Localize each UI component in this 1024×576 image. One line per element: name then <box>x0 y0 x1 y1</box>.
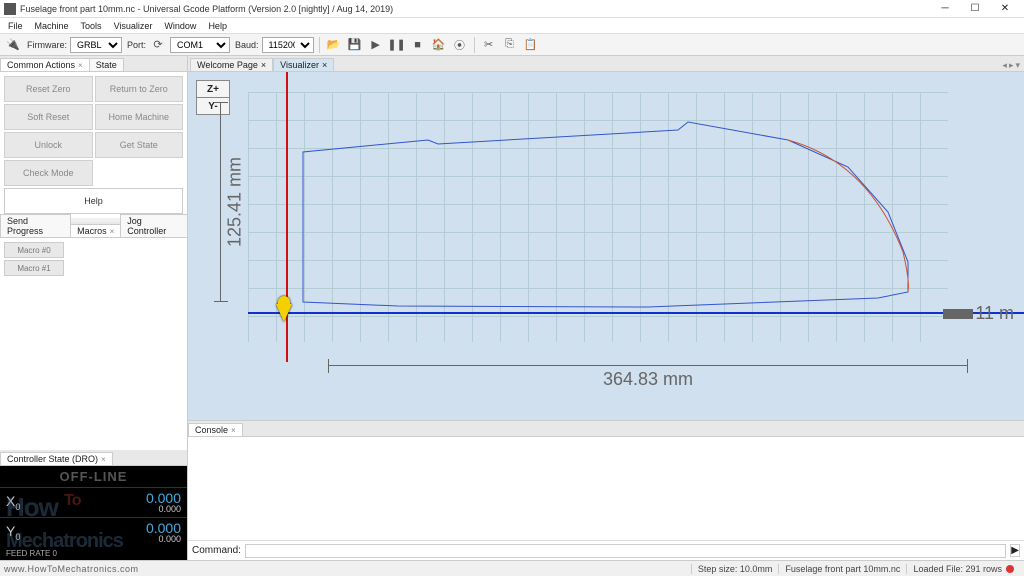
tab-menu-icon[interactable]: ▾ <box>1015 60 1020 71</box>
next-tab-icon[interactable]: ▸ <box>1009 60 1014 71</box>
close-icon[interactable]: × <box>322 60 327 70</box>
stop-icon[interactable]: ■ <box>409 37 427 53</box>
status-file-name: Fuselage front part 10mm.nc <box>778 564 906 574</box>
dro-y-work: 0.000 <box>36 521 181 535</box>
left-column: Common Actions× State Reset Zero Return … <box>0 56 188 560</box>
dro-panel: OFF-LINE X0 0.0000.000 Y0 0.0000.000 FEE… <box>0 466 187 560</box>
check-mode-button[interactable]: Check Mode <box>4 160 93 186</box>
menu-visualizer[interactable]: Visualizer <box>108 21 159 31</box>
macro-1-button[interactable]: Macro #1 <box>4 260 64 276</box>
menu-tools[interactable]: Tools <box>75 21 108 31</box>
status-loaded-rows: Loaded File: 291 rows <box>906 564 1020 574</box>
right-column: Welcome Page× Visualizer× ◂ ▸ ▾ Z+ Y- <box>188 56 1024 560</box>
status-step-size: Step size: 10.0mm <box>691 564 779 574</box>
dro-x-mach: 0.000 <box>36 505 181 514</box>
dro-y-mach: 0.000 <box>36 535 181 544</box>
prev-tab-icon[interactable]: ◂ <box>1002 60 1007 71</box>
menu-machine[interactable]: Machine <box>29 21 75 31</box>
console-output[interactable] <box>188 437 1024 540</box>
get-state-button[interactable]: Get State <box>95 132 184 158</box>
close-icon[interactable]: × <box>110 227 115 236</box>
macros-panel: Macro #0 Macro #1 <box>0 238 187 450</box>
menu-window[interactable]: Window <box>158 21 202 31</box>
status-url: www.HowToMechatronics.com <box>4 564 139 574</box>
reset-zero-button[interactable]: Reset Zero <box>4 76 93 102</box>
menu-file[interactable]: File <box>2 21 29 31</box>
dro-y-row: Y0 0.0000.000 <box>0 517 187 547</box>
tab-common-actions[interactable]: Common Actions× <box>0 58 90 71</box>
play-icon[interactable]: ▶ <box>367 37 385 53</box>
tab-visualizer[interactable]: Visualizer× <box>273 58 334 71</box>
console-panel: Console× Command: ▶ <box>188 420 1024 560</box>
port-label: Port: <box>127 40 146 50</box>
status-indicator-icon <box>1006 565 1014 573</box>
firmware-label: Firmware: <box>27 40 67 50</box>
app-icon <box>4 3 16 15</box>
view-z-plus[interactable]: Z+ <box>196 80 230 98</box>
dro-status: OFF-LINE <box>0 466 187 487</box>
command-input[interactable] <box>245 544 1006 558</box>
maximize-button[interactable]: ☐ <box>960 0 990 18</box>
soft-reset-button[interactable]: Soft Reset <box>4 104 93 130</box>
window-title: Fuselage front part 10mm.nc - Universal … <box>20 4 930 14</box>
tab-macros[interactable]: Macros× <box>70 224 121 237</box>
connect-icon[interactable]: 🔌 <box>4 37 22 53</box>
tab-send-progress[interactable]: Send Progress <box>0 214 71 237</box>
firmware-select[interactable]: GRBL <box>70 37 122 53</box>
port-select[interactable]: COM1 <box>170 37 230 53</box>
cut-icon[interactable]: ✂ <box>480 37 498 53</box>
dimension-depth: 11 m <box>943 303 1014 324</box>
tab-welcome[interactable]: Welcome Page× <box>190 58 273 71</box>
grid-area: 364.83 mm 125.41 mm 11 m <box>248 92 948 342</box>
dimension-height: 125.41 mm <box>210 102 230 302</box>
command-label: Command: <box>192 545 241 556</box>
command-send-icon[interactable]: ▶ <box>1010 544 1020 557</box>
macro-0-button[interactable]: Macro #0 <box>4 242 64 258</box>
tab-jog-controller[interactable]: Jog Controller <box>120 214 188 237</box>
dro-feed-rate: FEED RATE 0 <box>0 547 187 560</box>
return-zero-button[interactable]: Return to Zero <box>95 76 184 102</box>
close-icon[interactable]: × <box>261 60 266 70</box>
home-machine-button[interactable]: Home Machine <box>95 104 184 130</box>
baud-label: Baud: <box>235 40 259 50</box>
status-bar: www.HowToMechatronics.com Step size: 10.… <box>0 560 1024 576</box>
toolbar: 🔌 Firmware: GRBL Port: ⟳ COM1 Baud: 1152… <box>0 34 1024 56</box>
help-button[interactable]: Help <box>4 188 183 214</box>
menu-help[interactable]: Help <box>202 21 233 31</box>
tab-state[interactable]: State <box>89 58 124 71</box>
refresh-port-icon[interactable]: ⟳ <box>149 37 167 53</box>
menu-bar: File Machine Tools Visualizer Window Hel… <box>0 18 1024 34</box>
save-icon[interactable]: 💾 <box>346 37 364 53</box>
tab-console[interactable]: Console× <box>188 423 243 436</box>
dimension-width: 364.83 mm <box>328 369 968 390</box>
dro-x-work: 0.000 <box>36 491 181 505</box>
home-icon[interactable]: 🏠 <box>430 37 448 53</box>
pause-icon[interactable]: ❚❚ <box>388 37 406 53</box>
copy-icon[interactable]: ⎘ <box>501 37 519 53</box>
baud-select[interactable]: 115200 <box>262 37 314 53</box>
close-icon[interactable]: × <box>231 426 236 435</box>
tab-dro[interactable]: Controller State (DRO)× <box>0 452 113 465</box>
toolpath-svg <box>248 92 948 342</box>
unlock-button[interactable]: Unlock <box>4 132 93 158</box>
dro-x-row: X0 0.0000.000 <box>0 487 187 517</box>
visualizer-canvas[interactable]: Z+ Y- 364.83 mm 125.41 mm 11 m <box>188 72 1024 420</box>
close-icon[interactable]: × <box>78 61 83 70</box>
minimize-button[interactable]: ─ <box>930 0 960 18</box>
reset-icon[interactable]: ⦿ <box>451 37 469 53</box>
close-icon[interactable]: × <box>101 455 106 464</box>
titlebar: Fuselage front part 10mm.nc - Universal … <box>0 0 1024 18</box>
open-file-icon[interactable]: 📂 <box>325 37 343 53</box>
common-actions-panel: Reset Zero Return to Zero Soft Reset Hom… <box>0 72 187 218</box>
close-button[interactable]: ✕ <box>990 0 1020 18</box>
paste-icon[interactable]: 📋 <box>522 37 540 53</box>
